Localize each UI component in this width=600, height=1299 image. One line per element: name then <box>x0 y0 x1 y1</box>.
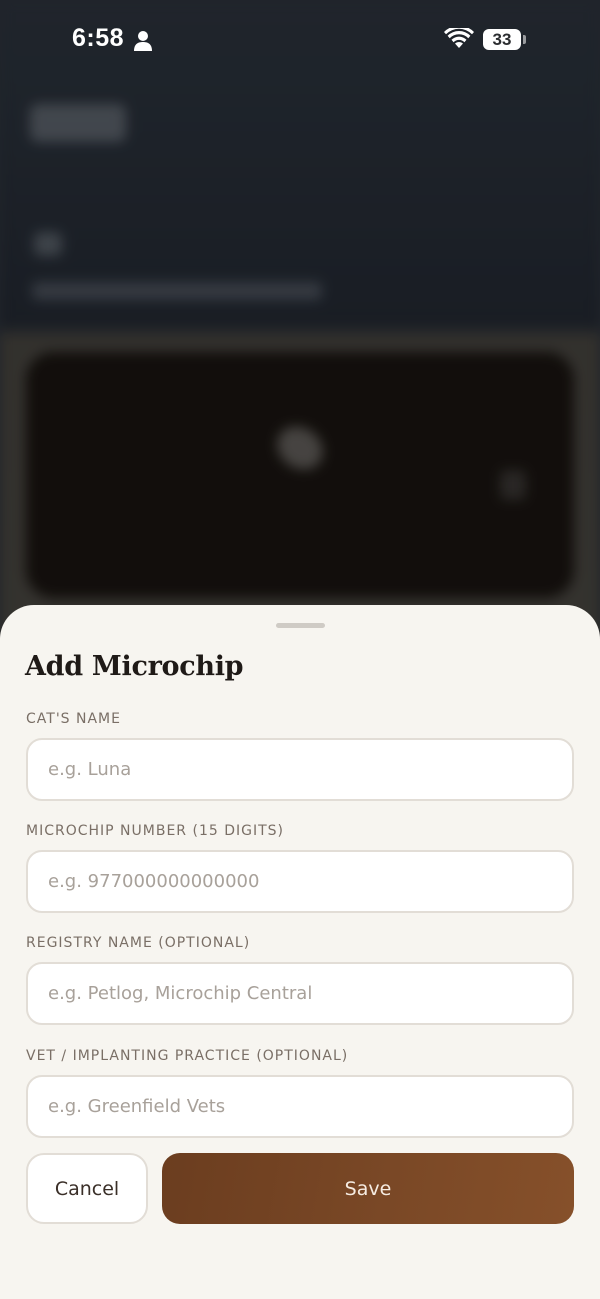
sheet-grabber-handle[interactable] <box>276 623 325 628</box>
microchip-number-label: MICROCHIP NUMBER (15 DIGITS) <box>26 823 284 839</box>
registry-name-input[interactable] <box>26 962 574 1025</box>
status-time: 6:58 <box>72 24 125 52</box>
cat-name-label: CAT'S NAME <box>26 711 121 727</box>
cancel-button[interactable]: Cancel <box>26 1153 148 1224</box>
sheet-title: Add Microchip <box>25 651 244 682</box>
save-button[interactable]: Save <box>162 1153 574 1224</box>
wifi-icon <box>444 28 474 48</box>
battery-tip <box>523 35 526 44</box>
add-microchip-sheet: Add Microchip CAT'S NAME MICROCHIP NUMBE… <box>0 605 600 1299</box>
status-bar: 6:58 33 <box>0 0 600 80</box>
registry-name-label: REGISTRY NAME (OPTIONAL) <box>26 935 251 951</box>
cat-name-input[interactable] <box>26 738 574 801</box>
vet-practice-input[interactable] <box>26 1075 574 1138</box>
vet-practice-label: VET / IMPLANTING PRACTICE (OPTIONAL) <box>26 1048 349 1064</box>
battery-icon: 33 <box>483 29 521 50</box>
person-icon <box>134 31 152 51</box>
microchip-number-input[interactable] <box>26 850 574 913</box>
